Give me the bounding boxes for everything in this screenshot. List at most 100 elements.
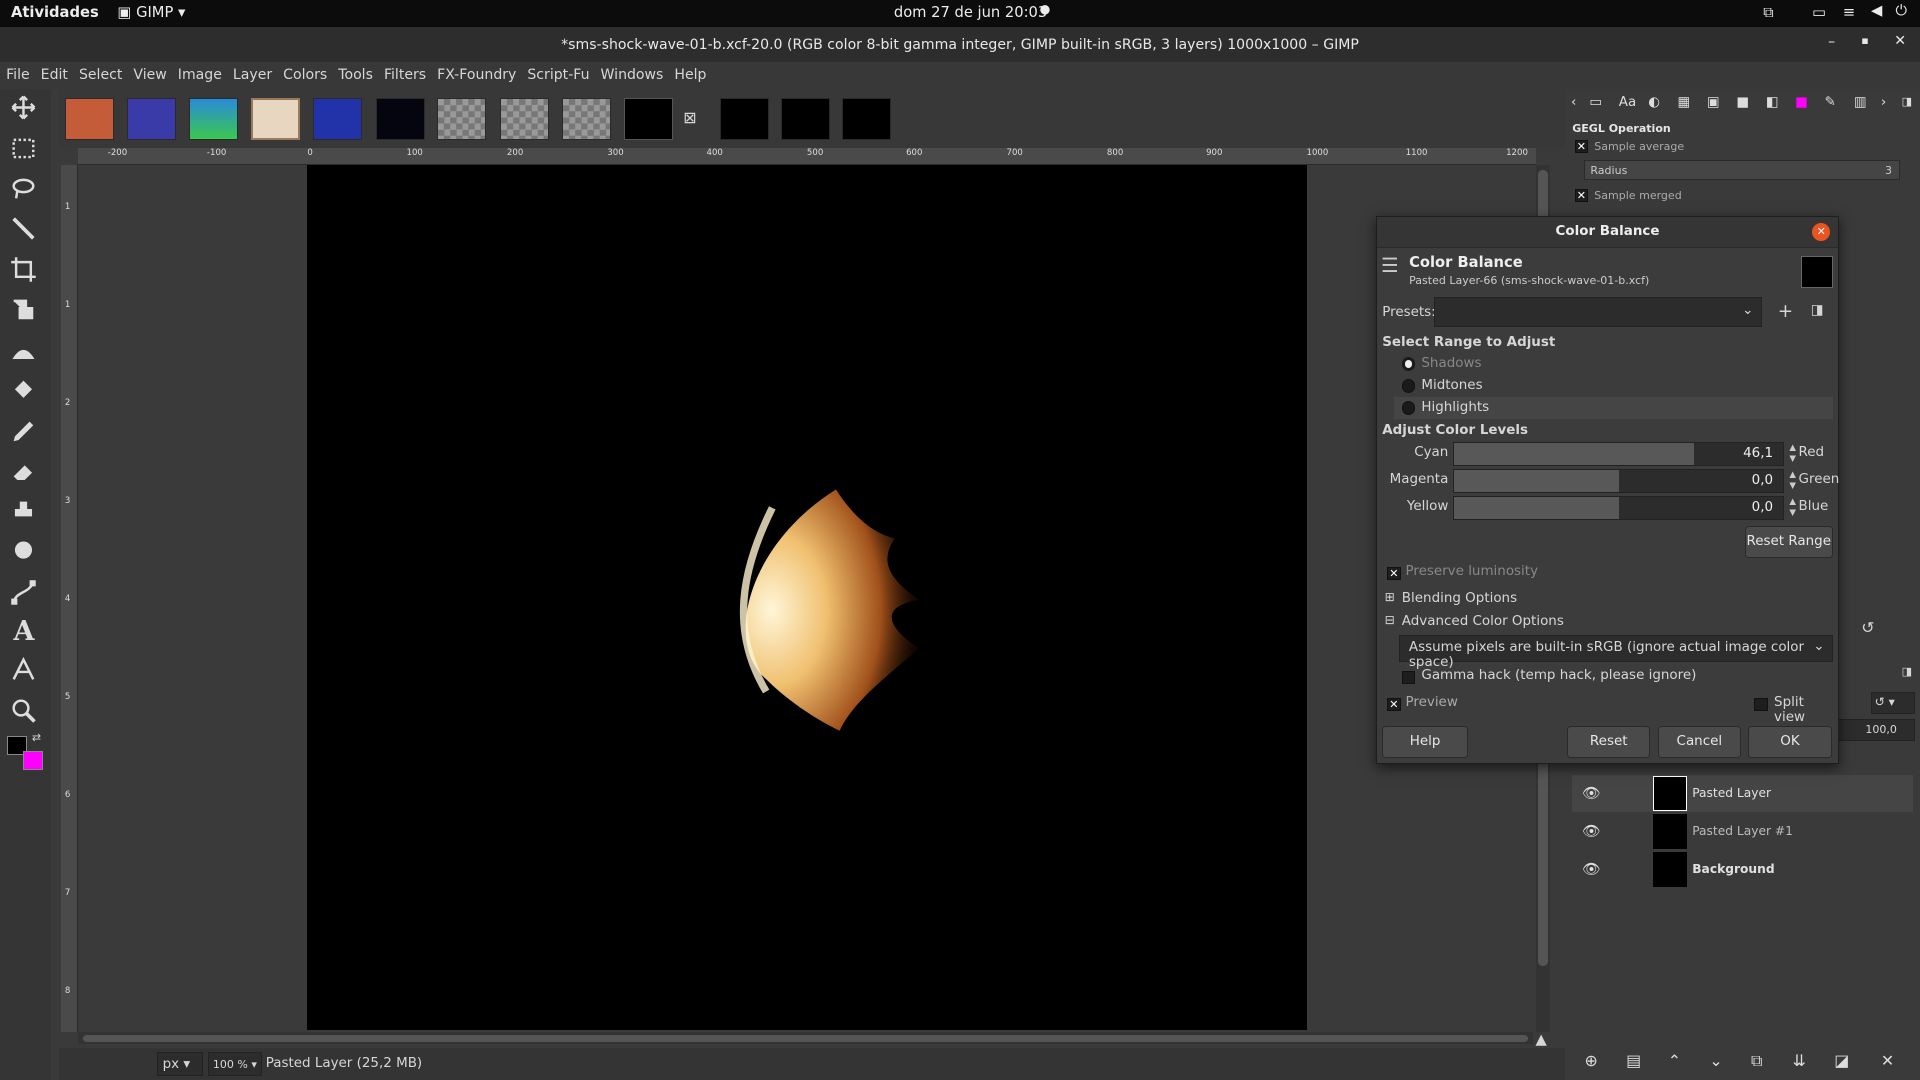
tab-paint-icon[interactable]: ✎ — [1824, 95, 1835, 110]
tab-tool-options-icon[interactable]: ▭ — [1589, 95, 1602, 110]
sample-average-checkbox[interactable]: ✕ — [1574, 139, 1589, 154]
layer-mask-icon[interactable]: ◪ — [1834, 1051, 1849, 1070]
tab-fonts-icon[interactable]: Aa — [1619, 95, 1636, 110]
layer-name[interactable]: Background — [1692, 862, 1774, 876]
power-icon[interactable]: ⏻ — [1896, 2, 1908, 19]
reset-range-button[interactable]: Reset Range — [1744, 526, 1833, 559]
horizontal-ruler[interactable]: -200 -100 0 100 200 300 400 500 600 700 … — [78, 148, 1536, 166]
image-tab-thumbnail[interactable] — [499, 97, 549, 140]
rect-select-icon[interactable] — [10, 135, 42, 167]
tab-images-icon[interactable]: ▣ — [1707, 95, 1720, 110]
navigate-icon[interactable]: ▲ — [1536, 1031, 1547, 1048]
image-tab-thumbnail[interactable] — [313, 97, 363, 140]
image-tab-thumbnail[interactable] — [719, 97, 769, 140]
menu-help[interactable]: Help — [668, 62, 711, 89]
raise-layer-icon[interactable]: ⌃ — [1668, 1051, 1681, 1070]
tray-icon[interactable]: ⧉ — [1763, 4, 1774, 21]
maximize-icon[interactable]: ▪ — [1861, 34, 1868, 47]
background-color-swatch[interactable] — [23, 750, 43, 771]
display-icon[interactable]: ▭ — [1812, 4, 1826, 21]
image-tab-thumbnail[interactable] — [188, 97, 238, 140]
tab-gradients-icon[interactable]: ■ — [1736, 95, 1749, 110]
minimize-icon[interactable]: – — [1828, 34, 1835, 50]
new-layer-icon[interactable]: ⊕ — [1584, 1051, 1597, 1070]
midtones-radio[interactable] — [1401, 379, 1416, 393]
scrollbar-thumb[interactable] — [83, 1034, 1529, 1043]
preview-checkbox[interactable]: ✕ — [1387, 697, 1401, 712]
zoom-icon[interactable] — [10, 697, 42, 729]
layers-dock-menu-icon[interactable]: ◨ — [1902, 665, 1912, 678]
split-view-checkbox[interactable] — [1754, 697, 1768, 712]
collapse-minus-icon[interactable]: ⊟ — [1385, 613, 1395, 627]
radius-slider[interactable]: Radius 3 — [1584, 160, 1901, 180]
menu-filters[interactable]: Filters — [378, 62, 431, 89]
cancel-button[interactable]: Cancel — [1657, 725, 1741, 758]
menu-image[interactable]: Image — [172, 62, 227, 89]
lasso-icon[interactable] — [10, 175, 42, 207]
tab-colors-icon[interactable]: ■ — [1795, 95, 1808, 110]
duplicate-layer-icon[interactable]: ⧉ — [1751, 1051, 1762, 1071]
magenta-green-slider[interactable]: 0,0 ▲ ▼ — [1453, 468, 1796, 494]
blending-options-expander[interactable]: Blending Options — [1402, 591, 1517, 606]
tab-palettes-icon[interactable]: ◧ — [1766, 95, 1779, 110]
menu-tools[interactable]: Tools — [332, 62, 378, 89]
image-tab-thumbnail[interactable] — [375, 97, 425, 140]
visibility-eye-icon[interactable]: 👁 — [1582, 860, 1601, 878]
image-tab-thumbnail[interactable] — [624, 97, 674, 140]
image-tab-thumbnail[interactable] — [437, 97, 487, 140]
image-tab-thumbnail[interactable] — [127, 97, 177, 140]
gamma-hack-checkbox[interactable] — [1401, 670, 1416, 685]
sample-merged-checkbox[interactable]: ✕ — [1574, 188, 1589, 203]
visibility-eye-icon[interactable]: 👁 — [1582, 822, 1601, 840]
menu-windows[interactable]: Windows — [594, 62, 668, 89]
advanced-options-expander[interactable]: Advanced Color Options — [1402, 614, 1564, 629]
fuzzy-select-icon[interactable] — [10, 215, 42, 247]
crop-icon[interactable] — [10, 256, 42, 288]
paintbrush-icon[interactable] — [10, 418, 42, 450]
measure-icon[interactable] — [10, 656, 42, 688]
menu-colors[interactable]: Colors — [277, 62, 332, 89]
layer-name[interactable]: Pasted Layer — [1692, 786, 1771, 800]
ok-button[interactable]: OK — [1748, 725, 1832, 758]
image-tab-thumbnail[interactable] — [562, 97, 611, 140]
tab-brushes-icon[interactable]: ◐ — [1648, 95, 1660, 110]
menu-fx-foundry[interactable]: FX-Foundry — [431, 62, 521, 89]
horizontal-scrollbar[interactable] — [78, 1032, 1534, 1045]
visibility-eye-icon[interactable]: 👁 — [1582, 784, 1601, 802]
reset-button[interactable]: Reset — [1567, 725, 1651, 758]
tab-prev-icon[interactable]: ‹ — [1571, 95, 1576, 110]
lower-layer-icon[interactable]: ⌄ — [1709, 1051, 1722, 1070]
menu-edit[interactable]: Edit — [35, 62, 73, 89]
layer-row[interactable]: 👁 Background — [1572, 851, 1912, 888]
move-tool-icon[interactable] — [10, 94, 42, 126]
app-menu[interactable]: ▣ GIMP ▾ — [118, 4, 186, 21]
layer-row[interactable]: 👁 Pasted Layer #1 — [1572, 813, 1912, 850]
image-tab-thumbnail[interactable] — [781, 97, 831, 140]
menu-layer[interactable]: Layer — [227, 62, 277, 89]
dock-menu-icon[interactable]: ◨ — [1902, 95, 1912, 108]
menu-script-fu[interactable]: Script-Fu — [521, 62, 594, 89]
preset-menu-icon[interactable]: ◨ — [1811, 303, 1824, 318]
color-space-dropdown[interactable]: Assume pixels are built-in sRGB (ignore … — [1399, 635, 1833, 670]
volume-icon[interactable]: ◀ — [1871, 2, 1882, 19]
activities-button[interactable]: Atividades — [11, 4, 99, 21]
opacity-field[interactable]: 100,0 — [1829, 718, 1916, 741]
merge-layer-icon[interactable]: ⇊ — [1793, 1051, 1806, 1070]
delete-layer-icon[interactable]: ✕ — [1881, 1051, 1894, 1070]
layer-row[interactable]: 👁 Pasted Layer — [1572, 775, 1913, 812]
layer-mode-reset[interactable]: ↺ ▾ — [1871, 691, 1916, 714]
new-group-icon[interactable]: ▤ — [1626, 1051, 1641, 1070]
image-tab-thumbnail[interactable] — [64, 97, 114, 140]
tab-device-icon[interactable]: ▥ — [1854, 95, 1867, 110]
zoom-select[interactable]: 100 % ▾ — [208, 1051, 263, 1077]
unit-select[interactable]: px ▾ — [156, 1051, 204, 1077]
reset-tool-icon[interactable]: ↺ — [1861, 618, 1874, 637]
add-preset-icon[interactable]: + — [1778, 301, 1793, 322]
warp-icon[interactable] — [10, 337, 42, 369]
swap-colors-icon[interactable]: ⇄ — [32, 731, 41, 744]
layer-name[interactable]: Pasted Layer #1 — [1692, 824, 1793, 838]
image-tab-thumbnail[interactable] — [842, 97, 892, 140]
tab-patterns-icon[interactable]: ▦ — [1678, 95, 1691, 110]
close-tab-icon[interactable]: ⊠ — [683, 108, 696, 127]
transform-icon[interactable] — [10, 296, 42, 328]
